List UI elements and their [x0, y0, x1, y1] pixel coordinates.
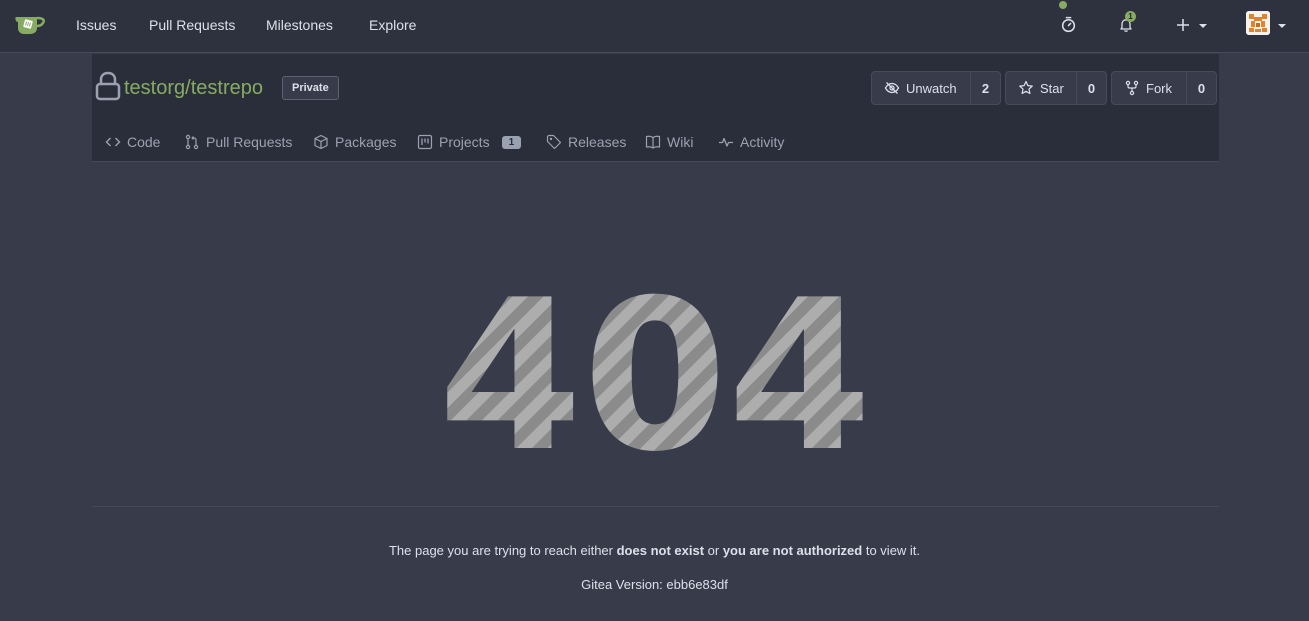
error-message-bold1: does not exist: [616, 543, 705, 558]
content-divider: [92, 506, 1219, 507]
gitea-version: Gitea Version: ebb6e83df: [581, 577, 728, 592]
error-message: The page you are trying to reach either …: [0, 543, 1309, 558]
error-404-graphic: 404: [438, 256, 872, 498]
error-message-part2: or: [704, 543, 723, 558]
error-message-part1: The page you are trying to reach either: [388, 543, 617, 558]
error-message-part3: to view it.: [862, 543, 921, 558]
error-code-text: 404: [438, 256, 872, 498]
error-message-bold2: you are not authorized: [722, 543, 863, 558]
